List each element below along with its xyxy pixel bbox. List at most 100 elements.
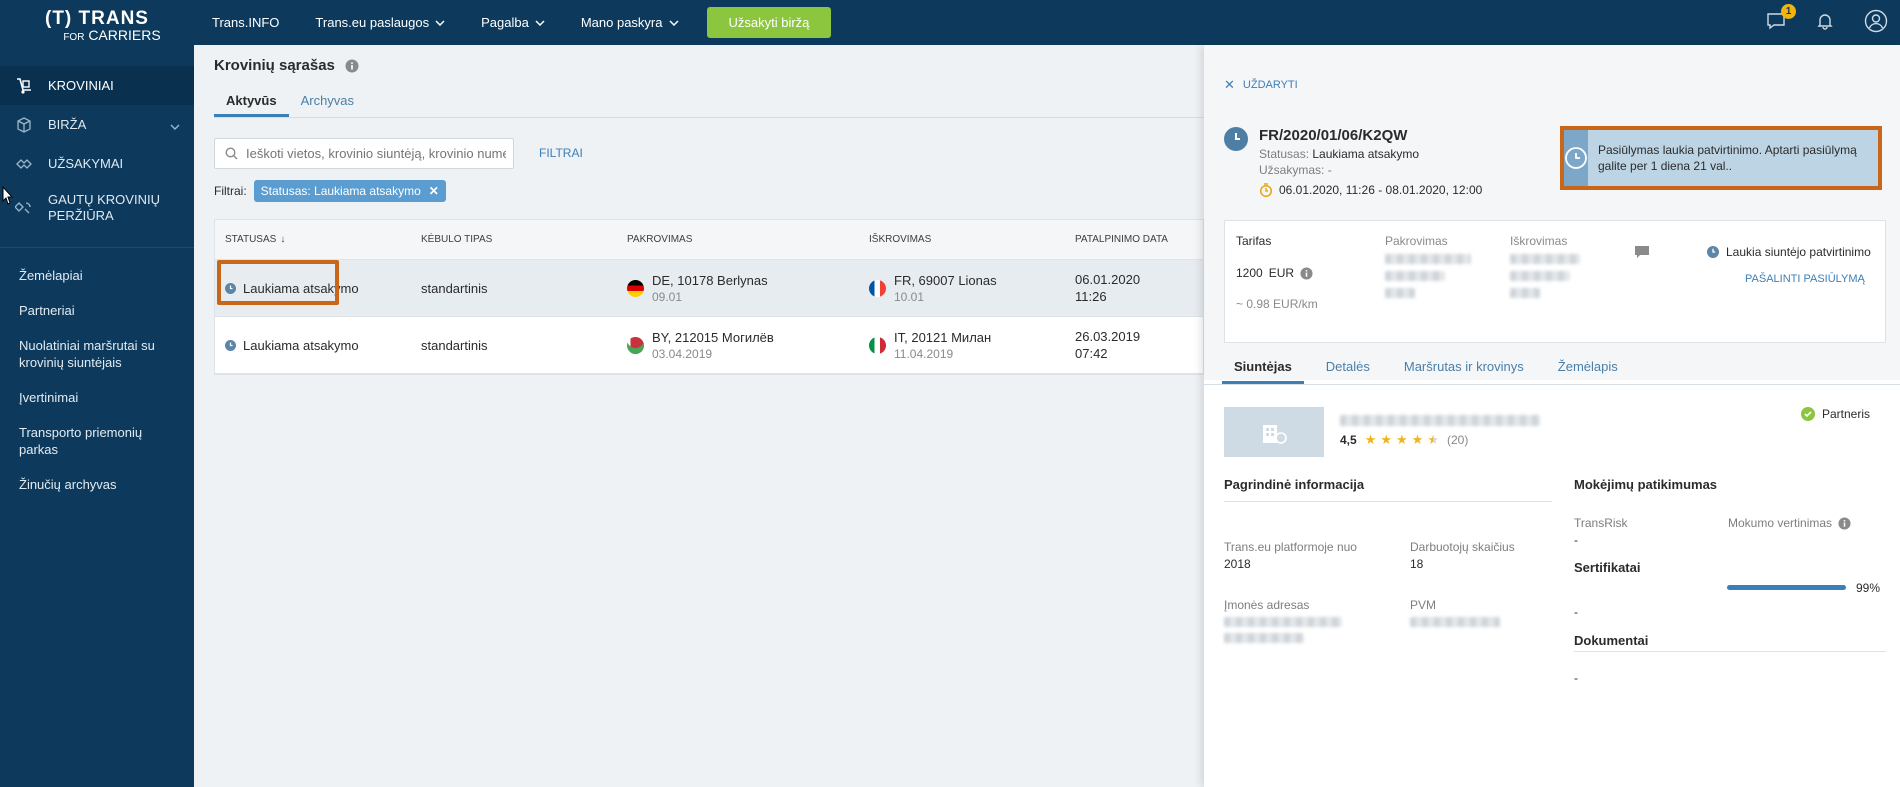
search-input[interactable]	[246, 146, 506, 161]
sidebar-link-ivertinimai[interactable]: Įvertinimai	[0, 380, 194, 415]
column-header-unloading[interactable]: IŠKROVIMAS	[869, 234, 1075, 245]
flag-de-icon	[627, 279, 644, 297]
sidebar-link-nuolatiniai-marsrutai[interactable]: Nuolatiniai maršrutai su krovinių siuntė…	[0, 328, 194, 380]
topbar-link-label: Trans.INFO	[212, 15, 280, 30]
row-unloading-date: 10.01	[894, 289, 925, 304]
sidebar-item-birza[interactable]: BIRŽA	[0, 105, 194, 144]
row-loading-date: 09.01	[652, 289, 683, 304]
docs-value: -	[1574, 671, 1578, 685]
building-icon	[1263, 425, 1287, 444]
table-row[interactable]: Laukiama atsakymo standartinis BY, 21201…	[215, 317, 1203, 374]
column-header-loading[interactable]: PAKROVIMAS	[627, 234, 869, 245]
messages-badge: 1	[1781, 4, 1796, 19]
close-icon[interactable]: ✕	[429, 184, 439, 198]
clock-icon	[225, 282, 236, 294]
status-label: Statusas:	[1259, 147, 1310, 161]
sidebar-item-label: GAUTŲ KROVINIŲ PERŽIŪRA	[48, 192, 160, 223]
order-value: -	[1327, 163, 1332, 177]
filter-chip[interactable]: Statusas: Laukiama atsakymo ✕	[253, 180, 446, 202]
filters-link[interactable]: FILTRAI	[539, 146, 583, 160]
star-icon: ★	[1396, 432, 1408, 447]
sidebar-item-gautu-kroviniu[interactable]: GAUTŲ KROVINIŲ PERŽIŪRA	[0, 183, 194, 233]
partner-badge: Partneris	[1800, 407, 1870, 421]
sidebar-link-transporto-parkas[interactable]: Transporto priemonių parkas	[0, 415, 194, 467]
filter-chip-label: Statusas: Laukiama atsakymo	[260, 184, 421, 198]
sender-status: Laukia siuntėjo patvirtinimo	[1726, 245, 1871, 259]
tabs-divider	[214, 117, 1204, 118]
sidebar: (T) TRANS FOR CARRIERS KROVINIAI BIRŽA U…	[0, 0, 194, 787]
tab-marsrutas[interactable]: Maršrutas ir krovinys	[1392, 359, 1536, 384]
vat-label: PVM	[1410, 598, 1437, 612]
notifications-button[interactable]	[1816, 12, 1834, 33]
sidebar-item-kroviniai[interactable]: KROVINIAI	[0, 66, 194, 105]
order-exchange-button[interactable]: Užsakyti biržą	[706, 7, 832, 38]
clock-icon	[1565, 147, 1587, 169]
flag-fr-icon	[869, 279, 886, 297]
search-icon	[225, 147, 238, 160]
unloading-address-redacted	[1510, 271, 1570, 281]
panel-tabs: Siuntėjas Detalės Maršrutas ir krovinys …	[1222, 359, 1640, 384]
sidebar-link-zemelapiai[interactable]: Žemėlapiai	[0, 258, 194, 293]
close-label: UŽDARYTI	[1242, 79, 1298, 91]
company-rating: 4,5 ★ ★ ★ ★ ★ (20)	[1340, 432, 1468, 448]
column-header-body-type[interactable]: KĖBULO TIPAS	[421, 234, 627, 245]
sidebar-item-label: BIRŽA	[48, 117, 87, 132]
star-icon: ★	[1411, 432, 1424, 447]
info-icon[interactable]	[1300, 266, 1313, 280]
search-box	[214, 138, 514, 169]
filters-label: Filtrai:	[214, 184, 247, 198]
payment-rating-label: Mokumo vertinimas	[1728, 516, 1833, 530]
table-header: STATUSAS ↓ KĖBULO TIPAS PAKROVIMAS IŠKROV…	[215, 220, 1203, 260]
sidebar-item-uzsakymai[interactable]: UŽSAKYMAI	[0, 144, 194, 183]
unloading-address-redacted	[1510, 254, 1580, 264]
payment-title: Mokėjimų patikimumas	[1574, 477, 1718, 492]
comment-icon[interactable]	[1634, 245, 1650, 259]
topbar-link-pagalba[interactable]: Pagalba	[463, 0, 563, 45]
tab-siuntejas[interactable]: Siuntėjas	[1222, 359, 1304, 384]
tab-zemelapis[interactable]: Žemėlapis	[1546, 359, 1630, 384]
close-panel-button[interactable]: ✕ UŽDARYTI	[1224, 77, 1298, 93]
sidebar-link-partneriai[interactable]: Partneriai	[0, 293, 194, 328]
clock-icon	[1224, 127, 1248, 151]
chevron-down-icon	[170, 118, 180, 133]
partner-label: Partneris	[1821, 407, 1870, 421]
star-icon: ★	[1364, 432, 1377, 447]
user-account-button[interactable]	[1864, 9, 1888, 36]
topbar-link-mano-paskyra[interactable]: Mano paskyra	[563, 0, 697, 45]
topbar-link-transinfo[interactable]: Trans.INFO	[194, 0, 297, 45]
unloading-address-redacted	[1510, 288, 1540, 298]
panel-header-area: ✕ UŽDARYTI FR/2020/01/06/K2QW Statusas: …	[1204, 45, 1900, 380]
info-icon[interactable]	[345, 59, 359, 73]
rating-value: 4,5	[1340, 433, 1357, 447]
info-icon[interactable]	[1838, 516, 1851, 530]
row-status: Laukiama atsakymo	[243, 280, 359, 296]
table-row[interactable]: Laukiama atsakymo standartinis DE, 10178…	[215, 260, 1203, 317]
remove-offer-button[interactable]: PAŠALINTI PASIŪLYMĄ	[1745, 273, 1865, 285]
tab-aktyvus[interactable]: Aktyvūs	[214, 93, 289, 117]
row-posted-time: 11:26	[1075, 289, 1107, 304]
topbar-link-label: Mano paskyra	[580, 15, 663, 30]
transrisk-label: TransRisk	[1574, 516, 1628, 530]
chevron-down-icon	[535, 19, 545, 26]
messages-button[interactable]: 1	[1766, 4, 1796, 33]
address-redacted	[1224, 633, 1304, 643]
column-header-posted-date[interactable]: PATALPINIMO DATA	[1075, 234, 1195, 245]
check-circle-icon	[1800, 407, 1815, 421]
logo-carriers: CARRIERS	[88, 26, 161, 43]
user-icon	[1864, 9, 1888, 33]
topbar-link-paslaugos[interactable]: Trans.eu paslaugos	[297, 0, 463, 45]
trans-logo[interactable]: (T) TRANS FOR CARRIERS	[0, 0, 194, 48]
order-label: Užsakymas:	[1259, 163, 1325, 177]
panel-tabs-divider	[1204, 384, 1900, 385]
payment-rating-bar	[1727, 585, 1846, 590]
offer-reference: FR/2020/01/06/K2QW	[1259, 127, 1408, 144]
row-unloading-place: FR, 69007 Lionas	[894, 272, 997, 288]
offer-notice: Pasiūlymas laukia patvirtinimo. Aptarti …	[1560, 126, 1882, 190]
tab-detales[interactable]: Detalės	[1314, 359, 1382, 384]
docs-title: Dokumentai	[1574, 633, 1649, 648]
sidebar-link-zinuciu-archyvas[interactable]: Žinučių archyvas	[0, 467, 194, 502]
column-header-status[interactable]: STATUSAS ↓	[215, 234, 421, 245]
loading-address-redacted	[1385, 271, 1445, 281]
tab-archyvas[interactable]: Archyvas	[289, 93, 366, 117]
list-tabs: Aktyvūs Archyvas	[214, 93, 366, 117]
